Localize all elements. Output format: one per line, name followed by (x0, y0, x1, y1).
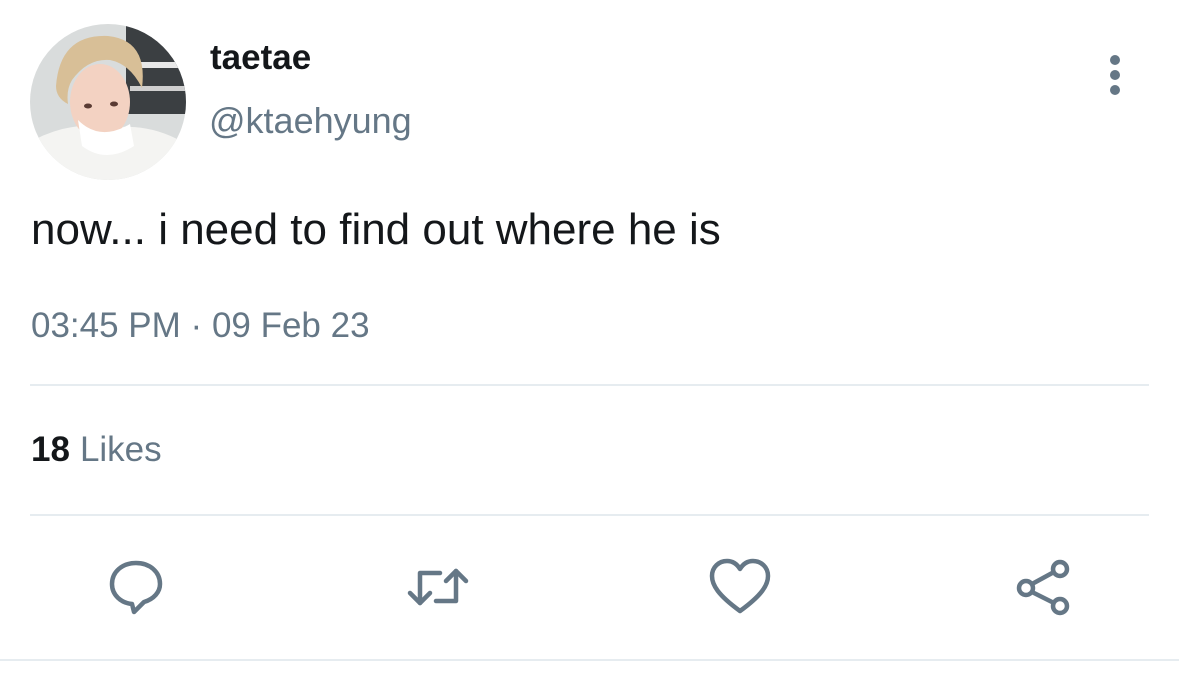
share-button[interactable] (1012, 556, 1076, 618)
avatar[interactable] (30, 24, 186, 180)
retweet-button[interactable] (406, 556, 470, 618)
reply-button[interactable] (104, 556, 168, 618)
more-options-button[interactable] (1098, 54, 1132, 98)
divider (0, 659, 1179, 661)
share-icon (1016, 559, 1070, 616)
tweet-time: 03:45 PM (31, 306, 181, 345)
like-button[interactable] (708, 556, 772, 618)
tweet-text: now... i need to find out where he is (31, 205, 721, 254)
meta-separator: · (190, 306, 203, 345)
divider (30, 384, 1149, 386)
reply-icon (109, 560, 163, 615)
likes-stat[interactable]: 18 Likes (31, 430, 162, 470)
more-vertical-icon (1110, 55, 1120, 95)
tweet-date: 09 Feb 23 (211, 306, 370, 345)
tweet-timestamp[interactable]: 03:45 PM · 09 Feb 23 (31, 306, 370, 346)
heart-icon (709, 558, 771, 614)
divider (30, 514, 1149, 516)
author-display-name[interactable]: taetae (210, 38, 311, 78)
retweet-icon (407, 568, 469, 606)
author-handle[interactable]: @ktaehyung (209, 100, 412, 142)
likes-label: Likes (79, 430, 162, 469)
likes-count: 18 (31, 430, 70, 469)
avatar-photo (30, 24, 186, 180)
